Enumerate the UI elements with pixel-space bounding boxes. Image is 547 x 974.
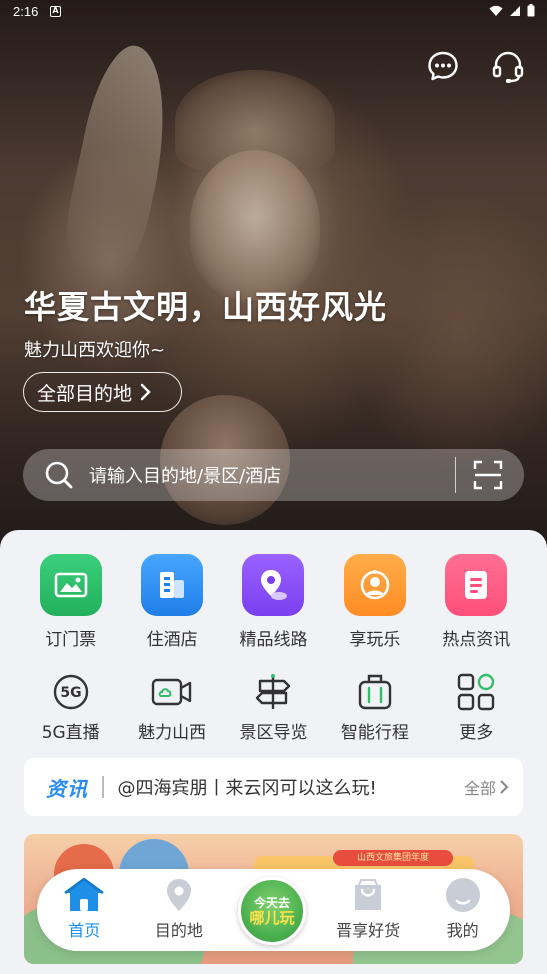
news-divider: [102, 776, 104, 798]
service-label: 智能行程: [340, 723, 409, 743]
category-ticket[interactable]: 订门票: [31, 554, 111, 650]
service-smart-itinerary[interactable]: 智能行程: [335, 670, 415, 743]
ticket-icon: [54, 572, 87, 598]
service-scenic-guide[interactable]: 景区导览: [233, 670, 313, 743]
category-label: 精品线路: [239, 630, 308, 650]
nav-home[interactable]: 首页: [44, 877, 124, 941]
service-label: 更多: [459, 723, 494, 743]
battery-icon: [527, 4, 535, 17]
nav-profile[interactable]: 我的: [423, 877, 503, 941]
service-label: 魅力山西: [138, 723, 207, 743]
nav-label: 目的地: [154, 921, 203, 940]
nav-label: 首页: [68, 921, 101, 940]
bottom-nav: 首页 目的地 晋享好货 我的 今天去 哪儿玩: [37, 869, 510, 951]
banner-ribbon: 山西文旅集团年度: [333, 850, 453, 866]
status-time: 2:16: [13, 4, 39, 19]
service-label: 5G直播: [41, 723, 100, 743]
signal-icon: !: [510, 5, 520, 16]
nav-center-line2: 哪儿玩: [249, 908, 295, 927]
location-pin-icon: [166, 879, 191, 911]
notification-app-icon: A: [50, 6, 61, 17]
hero-title: 华夏古文明，山西好风光: [24, 288, 388, 326]
all-destinations-label: 全部目的地: [37, 382, 133, 405]
guide-sign-icon: [256, 674, 291, 709]
service-label: 景区导览: [239, 723, 308, 743]
nav-label: 我的: [446, 921, 479, 940]
nav-center-line1: 今天去: [253, 895, 290, 910]
news-ticker[interactable]: 资讯 @四海宾朋丨来云冈可以这么玩! 全部: [24, 758, 523, 816]
search-divider: [454, 457, 456, 493]
news-more-label: 全部: [463, 779, 496, 798]
svg-text:5G: 5G: [60, 685, 81, 701]
news-tag: 资讯: [46, 776, 88, 801]
chevron-right-icon: [500, 780, 509, 794]
category-label: 享玩乐: [349, 630, 401, 650]
category-label: 热点资讯: [442, 630, 511, 650]
service-more[interactable]: 更多: [436, 670, 516, 743]
shopping-bag-icon: [355, 879, 382, 910]
svg-text:!: !: [515, 7, 517, 14]
chevron-right-icon: [140, 383, 151, 401]
more-grid-icon: [458, 673, 495, 711]
service-grid: 5G 5G直播 魅力山西 景区导览 智能行程 更多: [0, 670, 547, 743]
fun-icon: [360, 570, 390, 600]
search-bar[interactable]: 请输入目的地/景区/酒店: [23, 449, 524, 501]
hero-subtitle: 魅力山西欢迎你~: [24, 340, 166, 361]
5g-icon: 5G: [53, 674, 88, 710]
news-more-link[interactable]: 全部: [464, 775, 509, 799]
category-news[interactable]: 热点资讯: [436, 554, 516, 650]
category-label: 住酒店: [146, 630, 198, 650]
category-grid: 订门票 住酒店 精品线路 享玩乐 热点资讯: [0, 554, 547, 650]
home-icon: [64, 877, 105, 911]
category-fun[interactable]: 享玩乐: [335, 554, 415, 650]
search-icon: [45, 461, 73, 489]
nav-where-to-go-button[interactable]: 今天去 哪儿玩: [238, 877, 306, 945]
customer-service-icon[interactable]: [491, 50, 525, 84]
category-route[interactable]: 精品线路: [233, 554, 313, 650]
service-5g-live[interactable]: 5G 5G直播: [31, 670, 111, 743]
status-bar: 2:16 A !: [0, 0, 547, 24]
nav-shop[interactable]: 晋享好货: [328, 877, 408, 941]
wifi-icon: [489, 5, 503, 16]
hotel-icon: [160, 572, 185, 598]
route-icon: [261, 570, 288, 600]
search-input[interactable]: 请输入目的地/景区/酒店: [89, 462, 455, 488]
message-icon[interactable]: [427, 50, 459, 82]
scan-icon[interactable]: [472, 459, 504, 491]
nav-destination[interactable]: 目的地: [139, 877, 219, 941]
category-label: 订门票: [45, 630, 97, 650]
service-charm-shanxi[interactable]: 魅力山西: [132, 670, 212, 743]
video-camera-icon: [151, 678, 192, 706]
luggage-icon: [358, 674, 392, 710]
news-headline[interactable]: @四海宾朋丨来云冈可以这么玩!: [118, 774, 464, 800]
profile-icon: [445, 878, 480, 912]
all-destinations-button[interactable]: 全部目的地: [23, 372, 182, 412]
news-icon: [465, 571, 488, 599]
nav-label: 晋享好货: [336, 921, 401, 940]
category-hotel[interactable]: 住酒店: [132, 554, 212, 650]
